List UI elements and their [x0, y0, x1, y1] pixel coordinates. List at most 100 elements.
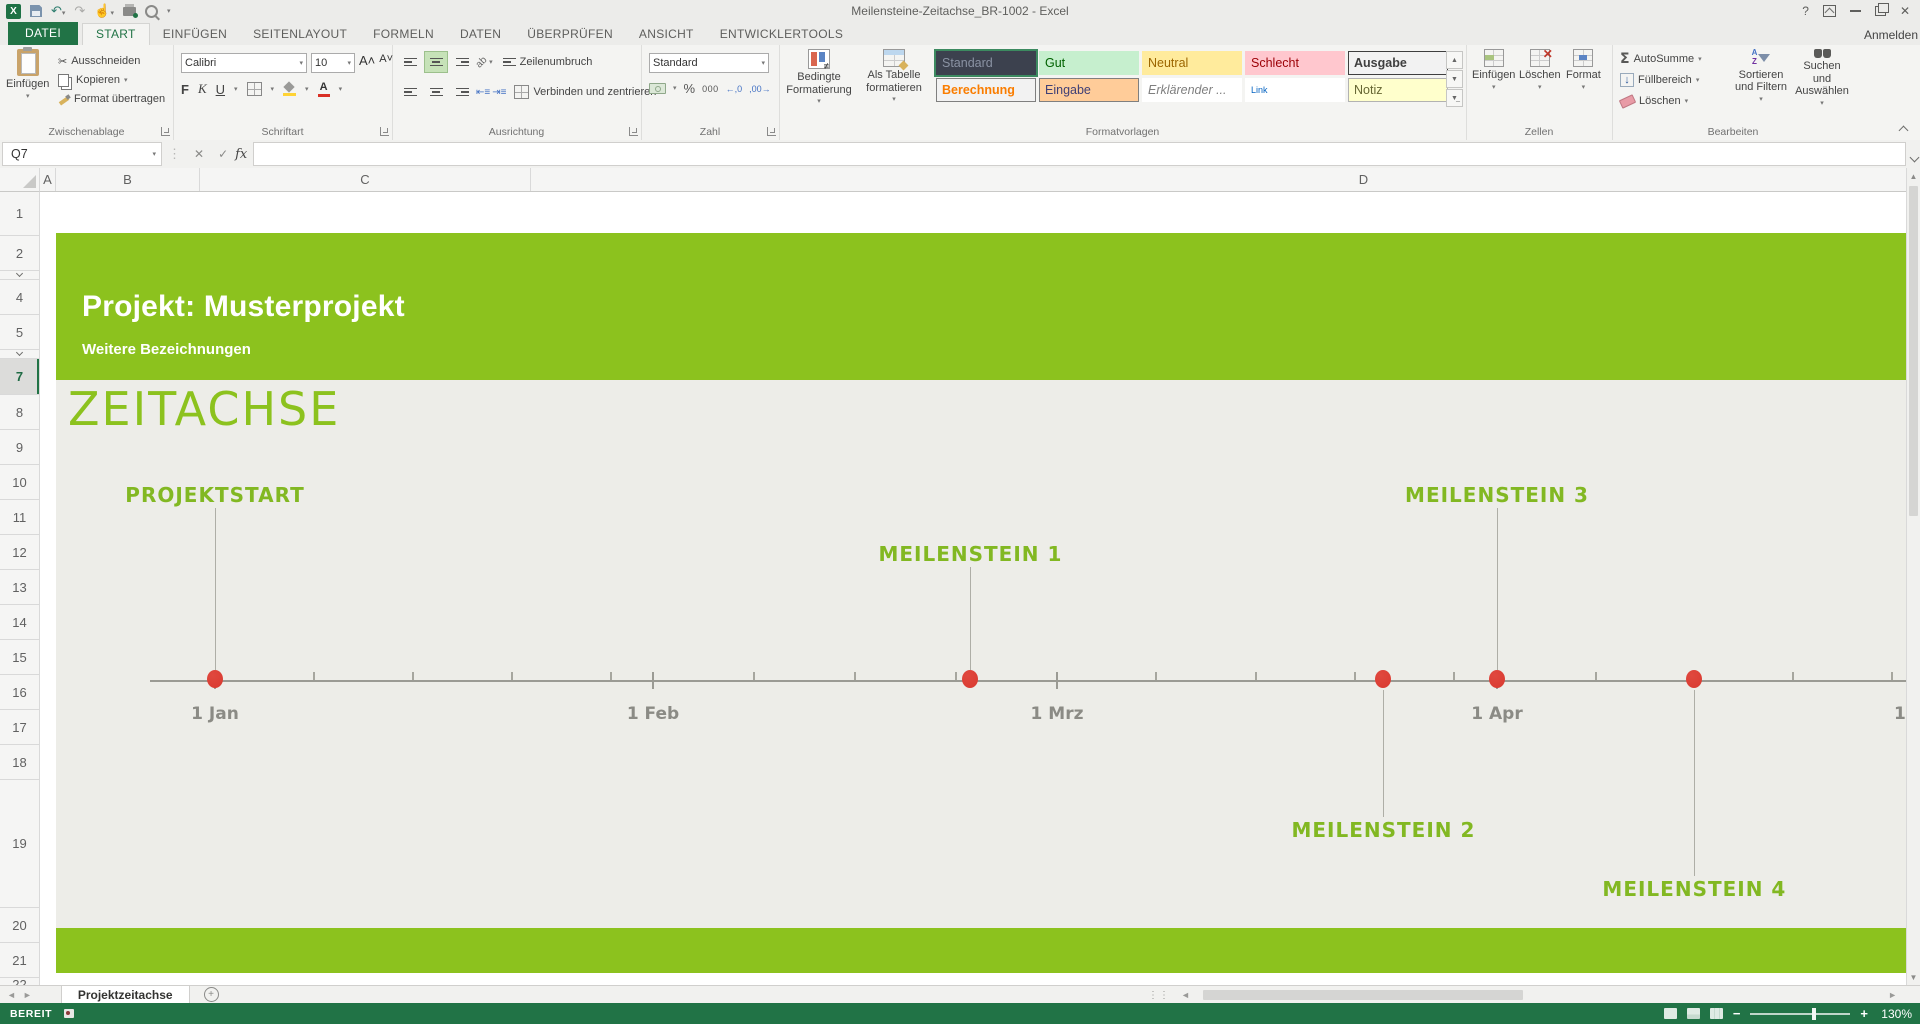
scroll-up-icon[interactable]: ▲ [1907, 168, 1920, 184]
row-header-15[interactable]: 15 [0, 640, 39, 675]
restore-button[interactable] [1875, 6, 1886, 16]
style-standard[interactable]: Standard [936, 51, 1036, 75]
macro-record-icon[interactable] [64, 1009, 74, 1018]
row-header-16[interactable]: 16 [0, 675, 39, 710]
redo-button[interactable]: ↷ [74, 2, 85, 20]
font-color-icon[interactable]: A [318, 82, 330, 97]
help-button[interactable]: ? [1802, 5, 1809, 17]
row-header-20[interactable]: 20 [0, 908, 39, 943]
hidden-rows-indicator[interactable] [0, 271, 39, 280]
row-header-21[interactable]: 21 [0, 943, 39, 978]
number-format-select[interactable]: Standard▾ [649, 53, 769, 73]
horizontal-scrollbar-thumb[interactable] [1203, 990, 1523, 1000]
font-name-select[interactable]: Calibri▾ [181, 53, 307, 73]
style-gut[interactable]: Gut [1039, 51, 1139, 75]
format-painter-button[interactable]: Format übertragen [58, 90, 165, 108]
row-header-13[interactable]: 13 [0, 570, 39, 605]
style-neutral[interactable]: Neutral [1142, 51, 1242, 75]
save-icon[interactable] [30, 5, 42, 17]
sort-filter-button[interactable]: AZ Sortieren und Filtern▾ [1730, 49, 1792, 103]
align-middle-button[interactable] [424, 51, 448, 73]
style-notiz[interactable]: Notiz [1348, 78, 1448, 102]
ribbon-tab-start[interactable]: START [82, 23, 150, 45]
find-select-button[interactable]: Suchen und Auswählen▾ [1794, 49, 1850, 107]
increase-decimal-icon[interactable]: ←,0 [726, 84, 743, 94]
milestone-marker-meilenstein-3[interactable] [1489, 670, 1505, 688]
ribbon-tab-entwicklertools[interactable]: ENTWICKLERTOOLS [707, 24, 856, 45]
style-schlecht[interactable]: Schlecht [1245, 51, 1345, 75]
new-sheet-icon[interactable]: + [204, 987, 219, 1002]
ribbon-tab-seitenlayout[interactable]: SEITENLAYOUT [240, 24, 360, 45]
milestone-marker-meilenstein-1[interactable] [962, 670, 978, 688]
borders-icon[interactable] [247, 82, 262, 96]
shrink-font-icon[interactable]: A˅ [379, 53, 393, 73]
align-center-button[interactable] [424, 81, 448, 103]
column-header-A[interactable]: A [40, 168, 56, 191]
row-header-18[interactable]: 18 [0, 745, 39, 780]
column-header-B[interactable]: B [56, 168, 200, 191]
increase-indent-icon[interactable]: ⇥≡ [492, 87, 506, 98]
cut-button[interactable]: ✂Ausschneiden [58, 52, 165, 70]
underline-button[interactable]: U [216, 82, 225, 97]
touch-mode-button[interactable]: ☝▾ [94, 2, 114, 20]
clear-button[interactable]: Löschen▾ [1620, 92, 1702, 110]
autosum-button[interactable]: ΣAutoSumme▾ [1620, 50, 1702, 68]
ribbon-display-options-button[interactable] [1823, 5, 1836, 17]
formula-input[interactable] [253, 142, 1906, 166]
comma-style-button[interactable]: 000 [702, 84, 719, 94]
row-header-17[interactable]: 17 [0, 710, 39, 745]
zoom-level[interactable]: 130% [1878, 1007, 1912, 1021]
sheet-nav-left-icon[interactable]: ◄ [0, 990, 23, 1000]
minimize-button[interactable] [1850, 10, 1861, 12]
insert-cells-button[interactable]: Einfügen▾ [1472, 49, 1515, 91]
orientation-icon[interactable]: ab [474, 54, 490, 70]
fill-button[interactable]: ↓Füllbereich▾ [1620, 71, 1702, 89]
dialog-launcher-font[interactable] [380, 127, 389, 136]
sheet-nav-right-icon[interactable]: ► [23, 990, 39, 1000]
bold-button[interactable]: F [181, 82, 189, 97]
zoom-slider-thumb[interactable] [1812, 1008, 1816, 1020]
ribbon-tab-ansicht[interactable]: ANSICHT [626, 24, 707, 45]
dialog-launcher-alignment[interactable] [629, 127, 638, 136]
ribbon-tab-einfügen[interactable]: EINFÜGEN [150, 24, 240, 45]
ribbon-tab-überprüfen[interactable]: ÜBERPRÜFEN [514, 24, 626, 45]
timeline-chart-area[interactable] [56, 380, 1906, 928]
row-header-14[interactable]: 14 [0, 605, 39, 640]
vertical-scrollbar[interactable]: ▲ ▼ [1906, 168, 1920, 985]
select-all-corner[interactable] [0, 168, 40, 192]
percent-style-button[interactable]: % [684, 81, 696, 96]
customize-qat-icon[interactable]: ▾ [167, 8, 171, 15]
vertical-scrollbar-thumb[interactable] [1909, 186, 1918, 516]
sign-in-link[interactable]: Anmelden [1864, 28, 1920, 45]
style-berechnung[interactable]: Berechnung [936, 78, 1036, 102]
row-header-8[interactable]: 8 [0, 395, 39, 430]
zoom-out-icon[interactable]: − [1733, 1007, 1741, 1020]
style-erkl-render-[interactable]: Erklärender ... [1142, 78, 1242, 102]
style-ausgabe[interactable]: Ausgabe [1348, 51, 1448, 75]
scroll-down-icon[interactable]: ▼ [1907, 969, 1920, 985]
horizontal-scrollbar[interactable]: ⋮⋮ ◄ ► [1148, 988, 1904, 1002]
gallery-scroll-down-icon[interactable]: ▼ [1446, 70, 1463, 88]
milestone-marker-projektstart[interactable] [207, 670, 223, 688]
hscroll-right-icon[interactable]: ► [1881, 990, 1904, 1000]
zoom-in-icon[interactable]: + [1860, 1007, 1868, 1020]
style-link[interactable]: Link [1245, 78, 1345, 102]
decrease-decimal-icon[interactable]: ,00→ [749, 84, 771, 94]
dialog-launcher-clipboard[interactable] [161, 127, 170, 136]
align-right-button[interactable] [450, 81, 474, 103]
dialog-launcher-number[interactable] [767, 127, 776, 136]
italic-button[interactable]: K [198, 81, 207, 97]
close-button[interactable]: ✕ [1900, 5, 1910, 17]
row-header-10[interactable]: 10 [0, 465, 39, 500]
grow-font-icon[interactable]: A˄ [359, 53, 375, 73]
column-header-D[interactable]: D [531, 168, 1906, 191]
copy-button[interactable]: Kopieren▾ [58, 71, 165, 89]
gallery-scroll-up-icon[interactable]: ▲ [1446, 51, 1463, 69]
print-icon[interactable] [123, 7, 136, 16]
hscroll-left-icon[interactable]: ◄ [1174, 990, 1197, 1000]
ribbon-tab-daten[interactable]: DATEN [447, 24, 514, 45]
format-as-table-button[interactable]: Als Tabelle formatieren▾ [863, 49, 925, 103]
normal-view-icon[interactable] [1664, 1008, 1677, 1019]
delete-cells-button[interactable]: Löschen▾ [1519, 49, 1561, 91]
column-header-C[interactable]: C [200, 168, 531, 191]
